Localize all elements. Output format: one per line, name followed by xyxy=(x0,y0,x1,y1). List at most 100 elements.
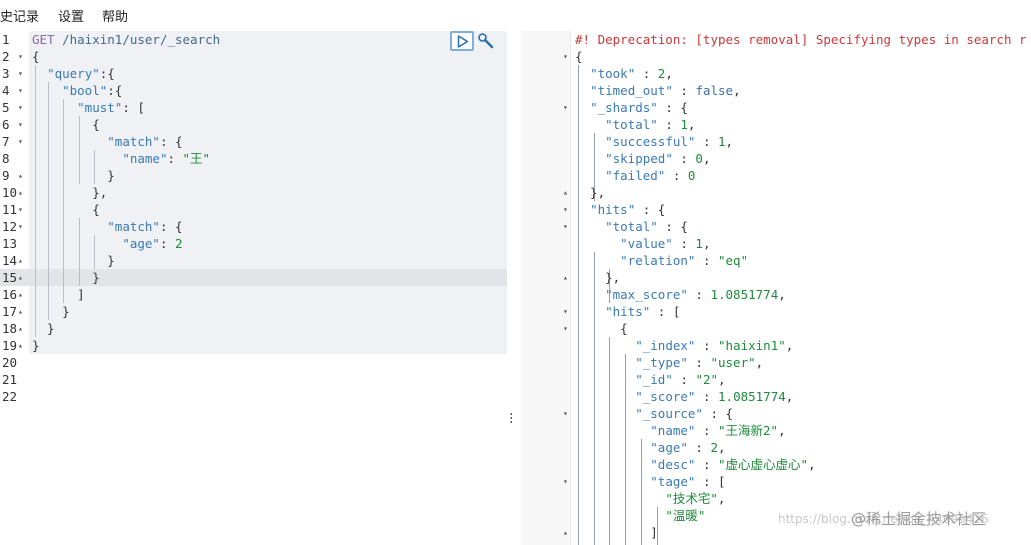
fold-open-icon[interactable]: ▾ xyxy=(563,99,568,116)
code-text: "name" : "王海新2", xyxy=(575,422,785,439)
code-text: "_index" : "haixin1", xyxy=(575,337,793,354)
run-request-button[interactable] xyxy=(450,31,474,51)
fold-open-icon[interactable]: ▾ xyxy=(563,218,568,235)
code-token: 1 xyxy=(718,134,726,149)
fold-close-icon[interactable]: ▴ xyxy=(563,524,568,541)
code-token: ] xyxy=(575,525,658,540)
code-text: } xyxy=(32,320,55,337)
request-editor[interactable]: 1 GET /haixin1/user/_search 2 ▾ {3 ▾ "query":… xyxy=(0,31,507,545)
line-number: 1 xyxy=(2,32,10,47)
code-token: , xyxy=(717,491,726,506)
drag-handle-icon[interactable]: · · · xyxy=(509,408,513,430)
fold-open-icon[interactable]: ▾ xyxy=(18,116,23,133)
fold-open-icon[interactable]: ▾ xyxy=(563,303,568,320)
line-number: 13 xyxy=(2,236,18,251)
code-token: : xyxy=(159,236,176,251)
code-token: "_shards" xyxy=(590,100,658,115)
code-token: , xyxy=(778,287,786,302)
fold-open-icon[interactable]: ▾ xyxy=(18,99,23,116)
code-token: : xyxy=(672,83,696,98)
code-token: 2 xyxy=(710,440,719,455)
fold-open-icon[interactable]: ▾ xyxy=(563,48,568,65)
code-token: } xyxy=(32,270,100,285)
line-number: 6 xyxy=(2,117,10,132)
code-text: "hits" : { xyxy=(575,201,665,218)
code-text: "match": { xyxy=(32,133,182,150)
fold-open-icon[interactable]: ▾ xyxy=(18,133,23,150)
code-text: "hits" : [ xyxy=(575,303,680,320)
fold-open-icon[interactable]: ▾ xyxy=(563,405,568,422)
code-token: "failed" xyxy=(605,168,666,183)
fold-close-icon[interactable]: ▴ xyxy=(18,184,23,201)
code-token: "王海新2" xyxy=(718,423,779,438)
code-token: "_index" xyxy=(635,338,696,353)
response-viewer[interactable]: 1 #! Deprecation: [types removal] Specify… xyxy=(521,31,1031,545)
code-token: ] xyxy=(32,287,85,302)
menu-settings[interactable]: 设置 xyxy=(58,6,84,25)
code-token: "hits" xyxy=(605,304,651,319)
code-token: : xyxy=(687,287,711,302)
line-number: 14 xyxy=(2,253,18,268)
menu-history[interactable]: 史记录 xyxy=(0,6,39,25)
menu-help[interactable]: 帮助 xyxy=(102,6,128,25)
fold-close-icon[interactable]: ▴ xyxy=(18,167,23,184)
code-text: "value" : 1, xyxy=(575,235,710,252)
line-number: 8 xyxy=(2,151,10,166)
code-token: 1.0851774 xyxy=(718,389,786,404)
code-token: : xyxy=(695,389,719,404)
code-text: "name": "王" xyxy=(32,150,210,167)
code-token: "虚心虚心虚心" xyxy=(718,457,809,472)
fold-open-icon[interactable]: ▾ xyxy=(18,201,23,218)
code-token: 1.0851774 xyxy=(710,287,779,302)
code-token: "match" xyxy=(107,134,160,149)
code-token: , xyxy=(733,83,741,98)
code-token: "_score" xyxy=(635,389,696,404)
fold-open-icon[interactable]: ▾ xyxy=(18,218,23,235)
request-settings-button[interactable] xyxy=(477,32,495,54)
fold-close-icon[interactable]: ▴ xyxy=(18,269,23,286)
fold-open-icon[interactable]: ▾ xyxy=(18,65,23,82)
code-text: { xyxy=(32,201,100,218)
fold-close-icon[interactable]: ▴ xyxy=(563,184,568,201)
code-token: /haixin1/user/_search xyxy=(62,32,221,47)
fold-open-icon[interactable]: ▾ xyxy=(563,201,568,218)
code-token: "_type" xyxy=(635,355,688,370)
code-token: : [ xyxy=(650,304,681,319)
fold-close-icon[interactable]: ▴ xyxy=(18,303,23,320)
code-token: } xyxy=(32,321,55,336)
line-number: 5 xyxy=(2,100,10,115)
fold-open-icon[interactable]: ▾ xyxy=(563,473,568,490)
code-token: "hits" xyxy=(590,202,636,217)
code-token: : xyxy=(687,440,711,455)
line-number: 19 xyxy=(2,338,18,353)
code-token: false xyxy=(695,83,734,98)
code-token: { xyxy=(575,49,583,64)
fold-close-icon[interactable]: ▴ xyxy=(18,286,23,303)
code-token: : xyxy=(665,168,688,183)
code-token: : xyxy=(687,355,711,370)
code-token: "user" xyxy=(710,355,756,370)
code-text: { xyxy=(575,320,628,337)
fold-open-icon[interactable]: ▾ xyxy=(563,320,568,337)
fold-close-icon[interactable]: ▴ xyxy=(18,252,23,269)
line-number: 21 xyxy=(2,372,18,387)
fold-open-icon[interactable]: ▾ xyxy=(18,48,23,65)
fold-close-icon[interactable]: ▴ xyxy=(18,320,23,337)
code-token: , xyxy=(702,151,711,166)
code-text: "bool":{ xyxy=(32,82,122,99)
code-text: "_source" : { xyxy=(575,405,733,422)
fold-open-icon[interactable]: ▾ xyxy=(18,82,23,99)
pane-divider[interactable]: · · · xyxy=(507,31,521,545)
code-token: }, xyxy=(32,185,108,200)
fold-close-icon[interactable]: ▴ xyxy=(18,337,23,354)
code-token: "skipped" xyxy=(605,151,673,166)
fold-close-icon[interactable]: ▴ xyxy=(563,269,568,286)
